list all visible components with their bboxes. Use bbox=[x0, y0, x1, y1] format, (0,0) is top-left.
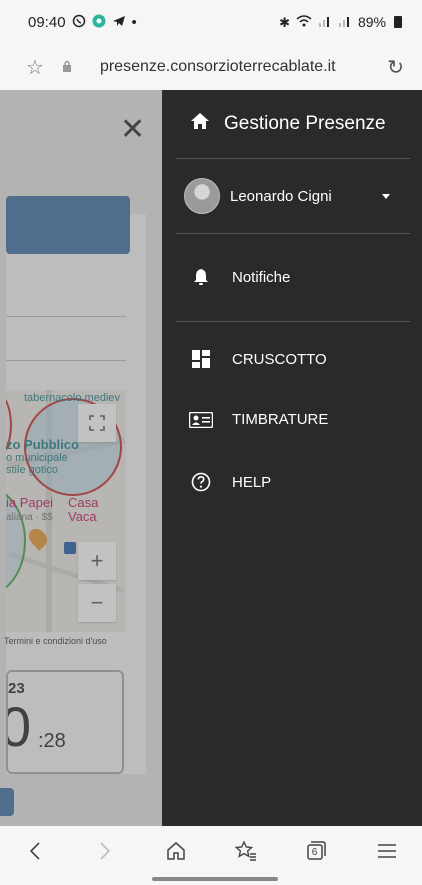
close-drawer-icon[interactable]: ✕ bbox=[120, 112, 145, 147]
signal-icon bbox=[318, 15, 332, 29]
signal-2-icon bbox=[338, 15, 352, 29]
app-notification-icon bbox=[92, 14, 106, 30]
bell-icon bbox=[188, 268, 214, 286]
status-right: ✱ 89% bbox=[279, 14, 402, 30]
help-circle-icon bbox=[188, 472, 214, 492]
chevron-left-icon bbox=[30, 841, 40, 860]
bookmark-star-icon[interactable]: ☆ bbox=[26, 55, 44, 80]
more-notifications-dot: • bbox=[131, 13, 137, 31]
forward-button[interactable] bbox=[85, 831, 125, 871]
battery-percent: 89% bbox=[357, 14, 386, 30]
star-list-icon bbox=[235, 840, 257, 861]
url-text[interactable]: presenze.consorzioterrecablate.it bbox=[100, 58, 387, 76]
menu-item-help[interactable]: HELP bbox=[188, 472, 271, 492]
menu-item-label: TIMBRATURE bbox=[232, 411, 329, 428]
status-left: 09:40 • bbox=[28, 14, 137, 31]
whatsapp-icon bbox=[72, 14, 86, 30]
drawer-title[interactable]: Gestione Presenze bbox=[190, 112, 386, 136]
bookmarks-button[interactable] bbox=[226, 831, 266, 871]
status-bar: 09:40 • ✱ 89% bbox=[0, 0, 422, 44]
home-indicator[interactable] bbox=[152, 877, 278, 881]
menu-item-timbrature[interactable]: TIMBRATURE bbox=[188, 411, 328, 428]
home-icon bbox=[190, 112, 210, 136]
menu-button[interactable] bbox=[367, 831, 407, 871]
avatar bbox=[184, 178, 220, 214]
tabs-count: 6 bbox=[311, 847, 318, 858]
bluetooth-icon: ✱ bbox=[279, 14, 290, 30]
divider bbox=[176, 233, 410, 234]
clock: 09:40 bbox=[28, 13, 66, 31]
hamburger-menu-icon bbox=[377, 843, 396, 858]
reload-icon[interactable]: ↻ bbox=[387, 55, 404, 80]
menu-item-label: Notifiche bbox=[232, 268, 291, 286]
back-button[interactable] bbox=[15, 831, 55, 871]
home-outline-icon bbox=[167, 841, 185, 860]
home-button[interactable] bbox=[156, 831, 196, 871]
divider bbox=[176, 158, 410, 159]
id-card-icon bbox=[188, 411, 214, 428]
app-title: Gestione Presenze bbox=[224, 113, 386, 134]
navigation-drawer: Gestione Presenze Leonardo Cigni Notific… bbox=[162, 90, 422, 826]
background-page: tabernacolo mediev zo Pubblico o municip… bbox=[0, 90, 162, 826]
dashboard-icon bbox=[188, 350, 214, 368]
drawer-backdrop[interactable] bbox=[0, 90, 162, 826]
battery-icon bbox=[394, 16, 402, 28]
tabs-button[interactable]: 6 bbox=[296, 831, 336, 871]
wifi-icon bbox=[296, 15, 312, 29]
menu-item-label: HELP bbox=[232, 473, 272, 491]
lock-icon[interactable] bbox=[62, 60, 72, 75]
menu-item-cruscotto[interactable]: CRUSCOTTO bbox=[188, 350, 327, 368]
telegram-icon bbox=[112, 14, 126, 30]
url-bar: ☆ presenze.consorzioterrecablate.it ↻ bbox=[0, 44, 422, 90]
user-menu[interactable]: Leonardo Cigni bbox=[184, 178, 390, 214]
chevron-right-icon bbox=[100, 841, 111, 860]
divider bbox=[176, 321, 410, 322]
user-name: Leonardo Cigni bbox=[230, 187, 332, 205]
menu-item-notifiche[interactable]: Notifiche bbox=[188, 268, 290, 286]
menu-item-label: CRUSCOTTO bbox=[232, 350, 327, 368]
caret-down-icon bbox=[382, 193, 390, 199]
